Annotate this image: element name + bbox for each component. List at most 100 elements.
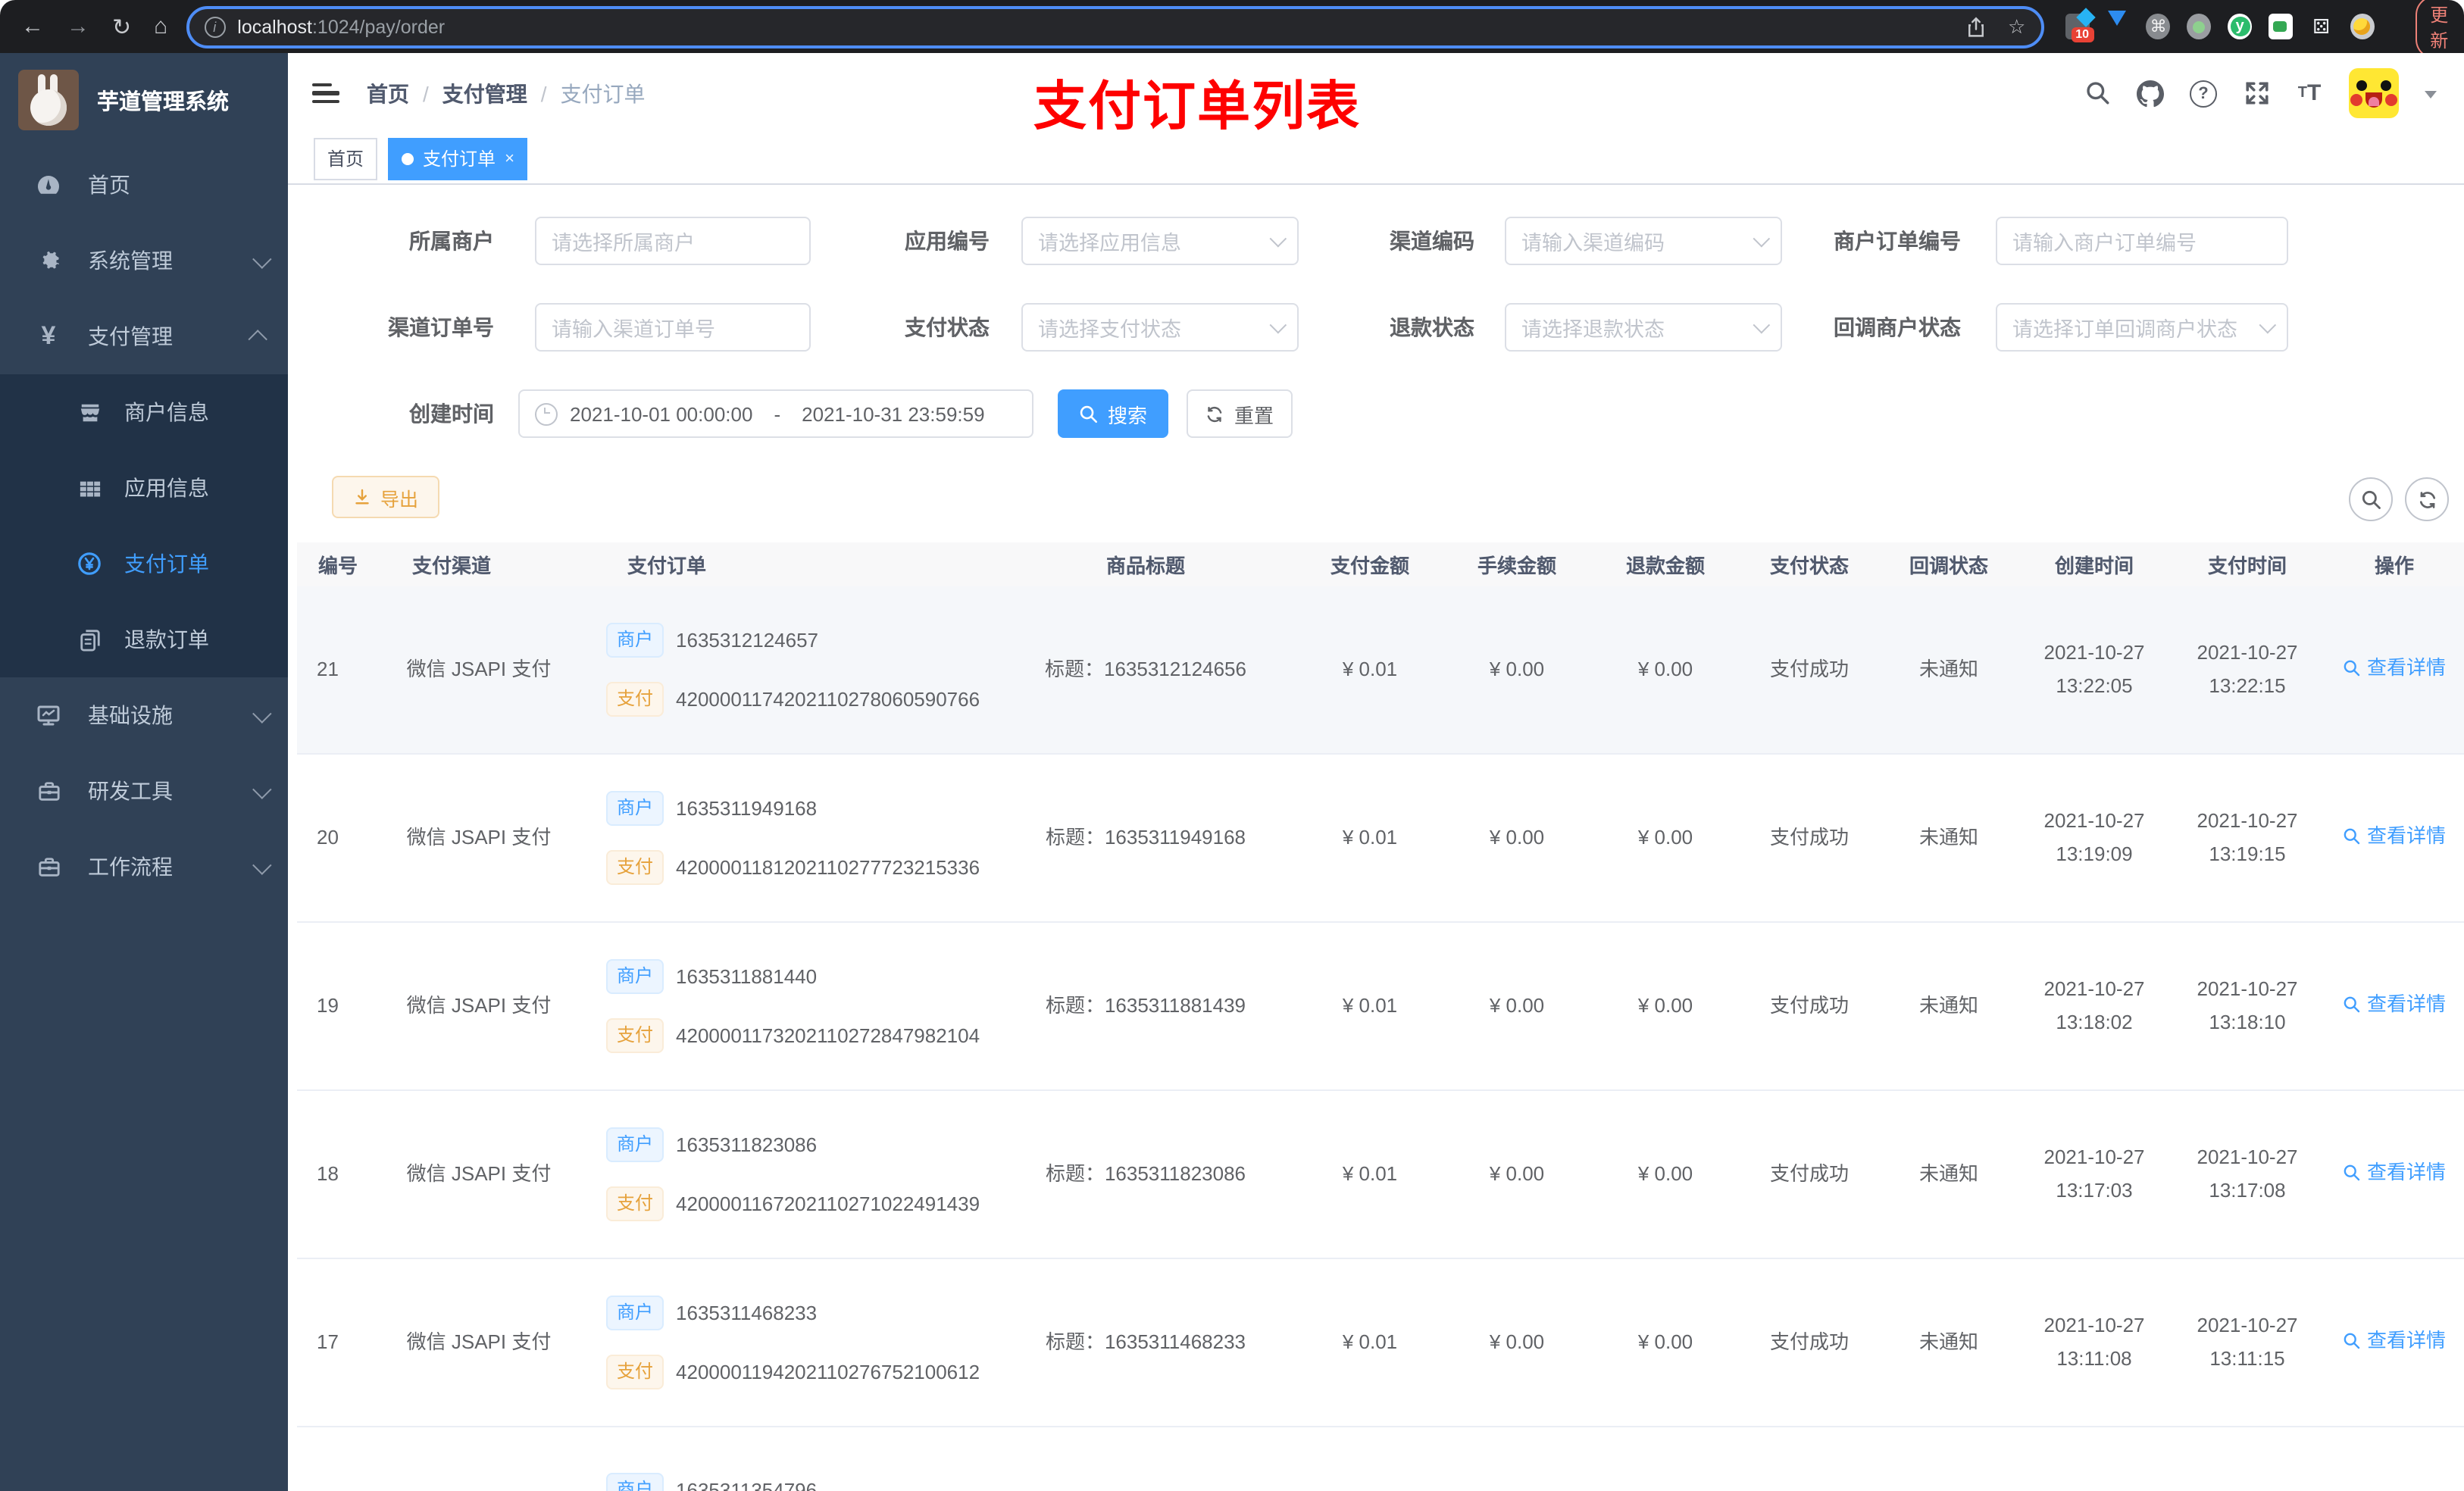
- extensions-puzzle-icon[interactable]: ⚄: [2309, 14, 2334, 39]
- forward-icon[interactable]: →: [67, 14, 89, 39]
- view-detail-link[interactable]: 查看详情: [2343, 1324, 2446, 1358]
- reload-icon[interactable]: ↻: [112, 13, 131, 40]
- sidebar-item-system[interactable]: 系统管理: [0, 223, 288, 299]
- url-host: localhost: [237, 16, 312, 37]
- url-path: :1024/pay/order: [311, 16, 446, 37]
- browser-nav: ← → ↻ ⌂: [0, 13, 186, 40]
- tag-pay-order[interactable]: 支付订单 ×: [388, 137, 528, 180]
- logo-row: 芋道管理系统: [0, 53, 288, 147]
- browser-update-button[interactable]: 更新 ⋮: [2415, 0, 2464, 58]
- breadcrumb-payment[interactable]: 支付管理: [442, 78, 527, 108]
- help-icon[interactable]: ?: [2190, 80, 2217, 107]
- sidebar: 芋道管理系统 首页 系统管理 ¥ 支付管理 商户信息 应用信息 支付订单 退款订…: [0, 53, 288, 1491]
- fullscreen-icon[interactable]: [2243, 80, 2270, 107]
- sidebar-item-infra[interactable]: 基础设施: [0, 677, 288, 753]
- site-info-icon[interactable]: i: [204, 16, 226, 37]
- export-button[interactable]: 导出: [332, 476, 439, 518]
- pay-status-select[interactable]: 请选择支付状态: [1021, 303, 1299, 352]
- refund-amount: ¥ 0.00: [1637, 993, 1693, 1017]
- pay-channel: 微信 JSAPI 支付: [406, 993, 552, 1017]
- sidebar-item-home[interactable]: 首页: [0, 147, 288, 223]
- search-icon[interactable]: [2084, 80, 2111, 107]
- sidebar-item-label: 支付订单: [124, 552, 209, 576]
- sidebar-item-label: 退款订单: [124, 627, 209, 652]
- extension-dot-icon[interactable]: [2187, 14, 2212, 39]
- tag-home[interactable]: 首页: [314, 137, 378, 180]
- merchant-order-no: 1635311949168: [676, 797, 818, 821]
- bookmark-star-icon[interactable]: ☆: [2008, 14, 2025, 39]
- chevron-down-icon: [252, 249, 272, 269]
- share-icon[interactable]: [1965, 16, 1987, 37]
- created-time: 2021-10-27 13:18:02: [2043, 977, 2145, 1033]
- refund-status-select[interactable]: 请选择退款状态: [1505, 303, 1782, 352]
- pay-order-cell: 商户 1635311823086 支付 42000011672021102710…: [576, 1127, 994, 1221]
- merchant-order-no-input[interactable]: 请输入商户订单编号: [1996, 217, 2288, 265]
- home-icon[interactable]: ⌂: [154, 14, 167, 39]
- reset-button[interactable]: 重置: [1187, 389, 1293, 438]
- sidebar-item-refund-order[interactable]: 退款订单: [0, 602, 288, 677]
- merchant-tag: 商户: [606, 959, 664, 994]
- sidebar-item-label: 首页: [88, 173, 130, 197]
- date-end: 2021-10-31 23:59:59: [802, 402, 985, 425]
- hamburger-icon[interactable]: [312, 79, 339, 108]
- date-range-input[interactable]: 2021-10-01 00:00:00 - 2021-10-31 23:59:5…: [518, 389, 1033, 438]
- channel-order-no-input[interactable]: 请输入渠道订单号: [535, 303, 811, 352]
- address-bar[interactable]: i localhost:1024/pay/order ☆: [186, 5, 2044, 48]
- yen-circle-icon: [73, 552, 106, 576]
- profile-avatar-icon[interactable]: [2350, 14, 2375, 39]
- sidebar-item-dev-tools[interactable]: 研发工具: [0, 753, 288, 829]
- order-id: 18: [317, 1161, 339, 1185]
- extension-grid-icon[interactable]: 10: [2065, 14, 2094, 42]
- breadcrumb-home[interactable]: 首页: [367, 78, 409, 108]
- view-detail-link[interactable]: 查看详情: [2343, 820, 2446, 853]
- briefcase-icon: [30, 855, 67, 878]
- sidebar-item-merchant-info[interactable]: 商户信息: [0, 374, 288, 450]
- back-icon[interactable]: ←: [21, 14, 44, 39]
- search-button[interactable]: 搜索: [1058, 389, 1168, 438]
- pay-channel: 微信 JSAPI 支付: [406, 1330, 552, 1353]
- date-start: 2021-10-01 00:00:00: [570, 402, 753, 425]
- sidebar-item-label: 基础设施: [88, 703, 173, 727]
- view-detail-link[interactable]: 查看详情: [2343, 988, 2446, 1021]
- pay-amount: ¥ 0.01: [1342, 993, 1398, 1017]
- filter-label: 退款状态: [1390, 315, 1474, 339]
- extension-chat-icon[interactable]: [2269, 14, 2293, 39]
- pay-tag: 支付: [606, 1186, 664, 1221]
- merchant-select[interactable]: 请选择所属商户: [535, 217, 811, 265]
- sidebar-item-workflow[interactable]: 工作流程: [0, 829, 288, 905]
- refresh-table-button[interactable]: [2405, 477, 2449, 521]
- product-title: 标题：1635311468233: [1045, 1330, 1246, 1353]
- created-time: 2021-10-27 13:17:03: [2043, 1145, 2145, 1202]
- filter-label: 渠道订单号: [388, 315, 494, 339]
- extension-command-icon[interactable]: ⌘: [2146, 14, 2171, 39]
- view-detail-link[interactable]: 查看详情: [2343, 652, 2446, 685]
- product-title: 标题：1635311823086: [1045, 1161, 1246, 1185]
- table-header: 编号 支付渠道 支付订单 商品标题 支付金额 手续金额 退款金额 支付状态 回调…: [297, 542, 2464, 586]
- user-avatar[interactable]: [2349, 68, 2399, 118]
- sidebar-item-label: 应用信息: [124, 476, 209, 500]
- pay-status: 支付成功: [1769, 1161, 1849, 1185]
- app-select[interactable]: 请选择应用信息: [1021, 217, 1299, 265]
- close-tag-icon[interactable]: ×: [505, 149, 514, 167]
- created-time: 2021-10-27 13:19:09: [2043, 808, 2145, 865]
- notify-status: 未通知: [1918, 825, 1978, 849]
- avatar-caret-icon[interactable]: [2425, 90, 2437, 104]
- col-fee: 手续金额: [1477, 555, 1556, 577]
- notify-status-select[interactable]: 请选择订单回调商户状态: [1996, 303, 2288, 352]
- refund-amount: ¥ 0.00: [1637, 825, 1693, 849]
- toggle-search-button[interactable]: [2349, 477, 2393, 521]
- chevron-down-icon: [252, 780, 272, 799]
- extension-y-icon[interactable]: [2228, 14, 2253, 39]
- sidebar-item-app-info[interactable]: 应用信息: [0, 450, 288, 526]
- view-detail-link[interactable]: 查看详情: [2343, 1156, 2446, 1189]
- channel-code-select[interactable]: 请输入渠道编码: [1505, 217, 1782, 265]
- paid-time: 2021-10-27 13:19:15: [2197, 808, 2298, 865]
- merchant-order-no: 1635311881440: [676, 965, 818, 989]
- font-size-icon[interactable]: TT: [2296, 80, 2323, 107]
- extension-kite-icon[interactable]: [2106, 10, 2130, 39]
- pay-status: 支付成功: [1769, 825, 1849, 849]
- sidebar-item-payment[interactable]: ¥ 支付管理: [0, 299, 288, 374]
- sidebar-item-pay-order[interactable]: 支付订单: [0, 526, 288, 602]
- table-row: 17 微信 JSAPI 支付 商户 1635311468233 支付 42000…: [297, 1259, 2464, 1427]
- github-icon[interactable]: [2137, 80, 2164, 107]
